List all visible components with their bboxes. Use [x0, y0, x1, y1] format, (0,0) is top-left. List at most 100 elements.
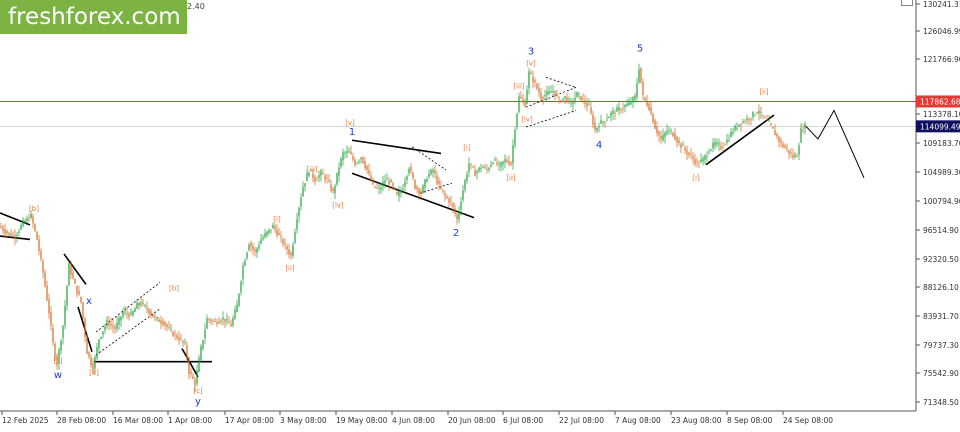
- candle-body: [78, 291, 80, 295]
- candle-body: [258, 245, 260, 249]
- y-tick-label: 96514.90: [923, 226, 959, 235]
- candle-body: [696, 161, 698, 162]
- candle-body: [86, 335, 88, 354]
- candle-body: [752, 112, 754, 118]
- candle-body: [658, 131, 660, 136]
- candle-body: [192, 375, 194, 379]
- candle-body: [710, 149, 712, 151]
- candle-body: [370, 175, 372, 181]
- candle-body: [272, 224, 274, 229]
- candle-body: [196, 370, 198, 384]
- candle-body: [236, 304, 238, 313]
- candle-body: [66, 285, 68, 306]
- candle-body: [706, 156, 708, 158]
- candle-body: [660, 135, 662, 140]
- candle-body: [230, 323, 232, 327]
- candle-body: [166, 324, 168, 328]
- candle-body: [364, 161, 366, 168]
- candle-body: [550, 91, 552, 93]
- candle-body: [744, 121, 746, 123]
- candle-body: [522, 99, 524, 101]
- candle-body: [180, 338, 182, 340]
- candle-body: [480, 167, 482, 169]
- candle-body: [112, 325, 114, 328]
- candle-body: [786, 147, 788, 150]
- candle-body: [684, 147, 686, 151]
- candle-body: [594, 122, 596, 131]
- candle-body: [68, 263, 70, 286]
- candle-body: [756, 112, 758, 114]
- candle-body: [782, 143, 784, 147]
- y-tick-label: 83931.70: [923, 312, 959, 321]
- candle-body: [224, 318, 226, 323]
- candle-body: [156, 317, 158, 319]
- x-tick-label: 17 Apr 08:00: [225, 416, 274, 425]
- candle-body: [186, 345, 188, 360]
- candle-body: [204, 329, 206, 339]
- candle-body: [732, 131, 734, 134]
- candle-body: [632, 97, 634, 102]
- candle-body: [90, 357, 92, 366]
- candle-body: [678, 140, 680, 143]
- x-tick-label: 1 Apr 08:00: [168, 416, 212, 425]
- candle-body: [350, 152, 352, 155]
- candle-body: [304, 183, 306, 187]
- candle-body: [468, 163, 470, 173]
- candle-body: [704, 155, 706, 161]
- candle-body: [452, 203, 454, 208]
- candle-body: [574, 97, 576, 101]
- candle-body: [506, 160, 508, 163]
- candle-body: [674, 133, 676, 140]
- candle-body: [158, 319, 160, 323]
- x-tick-label: 24 Sep 08:00: [783, 416, 833, 425]
- candle-body: [690, 154, 692, 156]
- candle-body: [650, 107, 652, 114]
- wave-label-blue: y: [195, 397, 201, 408]
- candle-body: [360, 157, 362, 159]
- candle-body: [208, 318, 210, 320]
- candle-body: [546, 91, 548, 96]
- freshforex-logo: freshforex.com: [0, 0, 187, 34]
- wave-label-orange: [ii]: [759, 88, 769, 96]
- candle-body: [434, 169, 436, 174]
- candle-body: [298, 207, 300, 217]
- wave-label-orange: [a]: [89, 369, 99, 377]
- candle-body: [626, 104, 628, 107]
- candle-body: [108, 322, 110, 326]
- candle-body: [416, 186, 418, 190]
- candle-body: [672, 132, 674, 137]
- candle-body: [320, 170, 322, 176]
- candle-body: [562, 98, 564, 100]
- projection-path: [805, 109, 865, 179]
- candle-body: [556, 93, 558, 96]
- candle-body: [2, 227, 4, 232]
- wave-label-orange: [b]: [169, 284, 179, 292]
- candle-body: [638, 69, 640, 83]
- candle-body: [202, 340, 204, 349]
- chart-area[interactable]: 1 2 3 4 5 w x y [b] [c] [a] [b] [c] [i] [ii] [iii] [iv] […: [0, 0, 960, 427]
- candle-body: [198, 358, 200, 372]
- candle-body: [486, 168, 488, 170]
- candle-body: [306, 173, 308, 182]
- candle-body: [368, 169, 370, 174]
- candle-body: [374, 186, 376, 188]
- candle-body: [218, 321, 220, 324]
- candle-body: [24, 220, 26, 223]
- candle-body: [722, 146, 724, 148]
- candle-body: [716, 142, 718, 144]
- candle-body: [32, 216, 34, 224]
- candle-body: [478, 167, 480, 172]
- candle-body: [764, 117, 766, 118]
- candle-body: [72, 272, 74, 279]
- current-price-label: 114099.49: [920, 122, 960, 131]
- candle-body: [382, 181, 384, 187]
- candle-body: [762, 114, 764, 116]
- candle-body: [250, 242, 252, 247]
- candle-body: [128, 313, 130, 318]
- candle-body: [730, 132, 732, 137]
- maximize-icon[interactable]: [901, 0, 913, 6]
- candle-body: [366, 165, 368, 170]
- candle-body: [450, 200, 452, 202]
- candle-body: [768, 120, 770, 122]
- wave-label-orange: [b]: [29, 205, 39, 213]
